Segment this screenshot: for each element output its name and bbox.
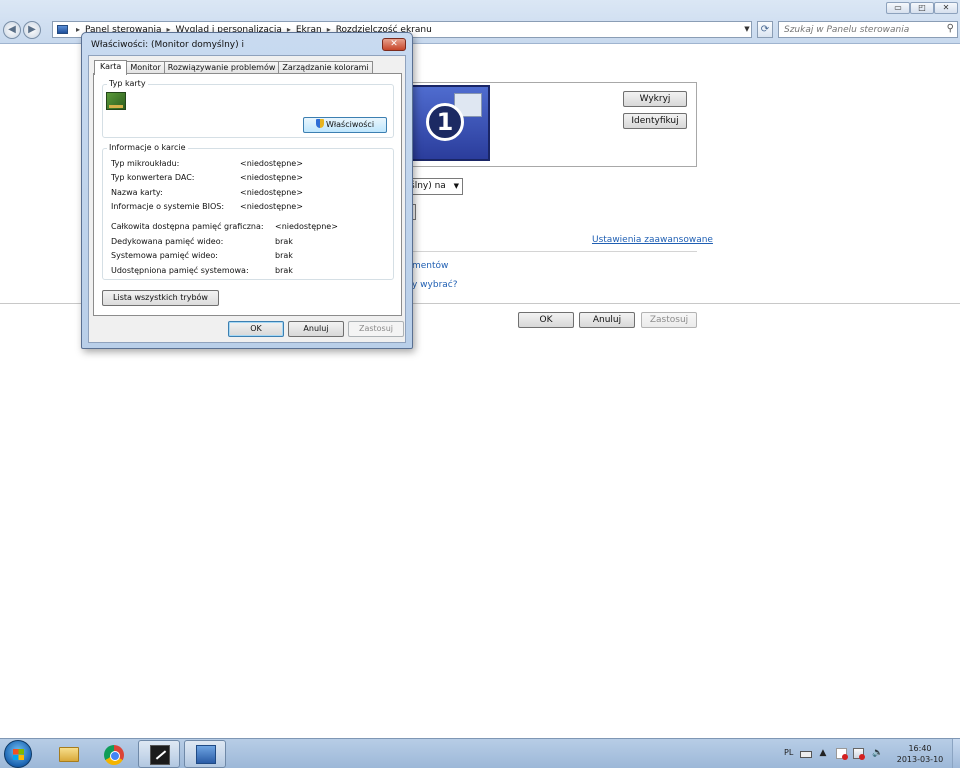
taskbar-chrome[interactable]	[92, 740, 134, 768]
adapter-type-group: Typ karty Właściwości	[102, 79, 394, 138]
tab-adapter[interactable]: Karta	[94, 60, 128, 75]
dac-type-label: Typ konwertera DAC:	[111, 173, 195, 182]
address-dropdown-icon[interactable]: ▼	[741, 22, 753, 37]
action-center-icon[interactable]	[836, 748, 848, 760]
show-hidden-icons-icon[interactable]: ▲	[818, 748, 828, 758]
search-icon[interactable]: ⚲	[947, 23, 954, 34]
chevron-down-icon: ▼	[453, 182, 459, 190]
monitor-1-thumbnail[interactable]: 1	[410, 85, 490, 161]
dialog-cancel-button[interactable]: Anuluj	[288, 321, 344, 337]
adapter-info-group: Informacje o karcie Typ mikroukładu: <ni…	[102, 143, 394, 280]
refresh-icon: ⟳	[760, 24, 770, 35]
chrome-icon	[104, 745, 124, 765]
adapter-properties-label: Właściwości	[325, 120, 375, 129]
adapter-tab-panel: Typ karty Właściwości Informacje o karci…	[93, 73, 402, 316]
page-cancel-button[interactable]: Anuluj	[579, 312, 635, 328]
page-ok-button[interactable]: OK	[518, 312, 574, 328]
adapter-name-label: Nazwa karty:	[111, 188, 163, 197]
total-graphics-memory-value: <niedostępne>	[275, 222, 338, 231]
bios-info-label: Informacje o systemie BIOS:	[111, 202, 225, 211]
taskbar-explorer[interactable]	[46, 740, 88, 768]
adapter-properties-button[interactable]: Właściwości	[303, 117, 387, 133]
keyboard-icon[interactable]	[800, 751, 812, 758]
adapter-name-value: <niedostępne>	[240, 188, 303, 197]
detect-button[interactable]: Wykryj	[623, 91, 687, 107]
divider	[400, 251, 697, 252]
bios-info-value: <niedostępne>	[240, 202, 303, 211]
pen-tool-icon	[150, 745, 170, 765]
display-select-value: ślny) na	[410, 181, 446, 191]
control-panel-icon	[196, 745, 216, 764]
language-indicator[interactable]: PL	[784, 748, 793, 757]
start-button[interactable]	[4, 740, 32, 768]
dedicated-video-memory-value: brak	[275, 237, 293, 246]
monitor-number-badge: 1	[426, 103, 464, 141]
uac-shield-icon	[315, 119, 324, 128]
page-apply-button[interactable]: Zastosuj	[641, 312, 697, 328]
text-size-link[interactable]: mentów	[412, 261, 448, 271]
help-choose-link[interactable]: y wybrać?	[412, 280, 458, 290]
dac-type-value: <niedostępne>	[240, 173, 303, 182]
adapter-properties-dialog: Właściwości: (Monitor domyślny) i ✕ Kart…	[81, 32, 413, 349]
search-input[interactable]	[779, 22, 939, 37]
clock-date: 2013-03-10	[896, 755, 944, 764]
system-video-memory-value: brak	[275, 251, 293, 260]
control-panel-icon	[57, 25, 68, 34]
taskbar: PL ▲ 🔈 16:40 2013-03-10	[0, 738, 960, 768]
shared-system-memory-label: Udostępniona pamięć systemowa:	[111, 266, 249, 275]
taskbar-tool[interactable]	[138, 740, 180, 768]
tab-strip: Karta Monitor Rozwiązywanie problemów Za…	[94, 60, 373, 75]
chip-type-value: <niedostępne>	[240, 159, 303, 168]
refresh-button[interactable]: ⟳	[757, 21, 773, 38]
dialog-body: Karta Monitor Rozwiązywanie problemów Za…	[88, 55, 406, 343]
clock[interactable]: 16:40 2013-03-10	[893, 743, 947, 765]
graphics-card-icon	[106, 92, 126, 110]
adapter-info-label: Informacje o karcie	[107, 143, 188, 152]
volume-icon[interactable]: 🔈	[872, 748, 883, 758]
back-button[interactable]: ◀	[3, 21, 21, 39]
identify-button[interactable]: Identyfikuj	[623, 113, 687, 129]
show-desktop-button[interactable]	[952, 739, 960, 768]
clock-time: 16:40	[908, 744, 932, 753]
dialog-apply-button[interactable]: Zastosuj	[348, 321, 404, 337]
close-window-button[interactable]: ✕	[934, 2, 958, 14]
chip-type-label: Typ mikroukładu:	[111, 159, 180, 168]
dialog-title: Właściwości: (Monitor domyślny) i	[91, 40, 244, 50]
maximize-button[interactable]: ◰	[910, 2, 934, 14]
folder-icon	[59, 747, 79, 762]
list-all-modes-button[interactable]: Lista wszystkich trybów	[102, 290, 219, 306]
system-video-memory-label: Systemowa pamięć wideo:	[111, 251, 218, 260]
breadcrumb-separator-icon: ▸	[76, 25, 81, 34]
network-icon[interactable]	[853, 748, 865, 760]
minimize-button[interactable]: ▭	[886, 2, 910, 14]
back-arrow-icon: ◀	[8, 24, 16, 35]
advanced-settings-link[interactable]: Ustawienia zaawansowane	[592, 235, 713, 245]
dedicated-video-memory-label: Dedykowana pamięć wideo:	[111, 237, 224, 246]
forward-arrow-icon: ▶	[28, 24, 36, 35]
shared-system-memory-value: brak	[275, 266, 293, 275]
total-graphics-memory-label: Całkowita dostępna pamięć graficzna:	[111, 222, 264, 231]
windows-logo-icon	[13, 749, 24, 760]
adapter-type-label: Typ karty	[107, 79, 148, 88]
forward-button[interactable]: ▶	[23, 21, 41, 39]
dialog-ok-button[interactable]: OK	[228, 321, 284, 337]
search-box[interactable]: ⚲	[778, 21, 958, 38]
dialog-close-button[interactable]: ✕	[382, 38, 406, 51]
taskbar-control-panel[interactable]	[184, 740, 226, 768]
